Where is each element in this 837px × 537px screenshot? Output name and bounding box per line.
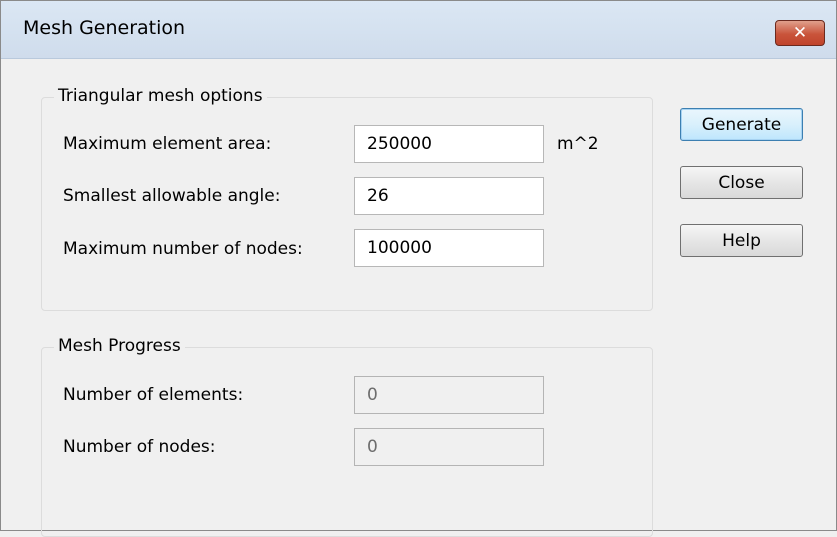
mesh-progress-legend: Mesh Progress xyxy=(54,336,185,356)
number-of-elements-field xyxy=(354,376,544,414)
close-window-button[interactable]: ✕ xyxy=(775,20,825,46)
max-element-area-input[interactable] xyxy=(354,125,544,163)
smallest-angle-input[interactable] xyxy=(354,177,544,215)
window-title: Mesh Generation xyxy=(23,17,186,39)
help-button[interactable]: Help xyxy=(680,224,803,257)
smallest-angle-label: Smallest allowable angle: xyxy=(63,186,281,206)
number-of-nodes-field xyxy=(354,428,544,466)
close-icon: ✕ xyxy=(792,23,808,43)
number-of-nodes-label: Number of nodes: xyxy=(63,437,216,457)
triangular-mesh-options-legend: Triangular mesh options xyxy=(54,86,267,106)
close-button[interactable]: Close xyxy=(680,166,803,199)
dialog-body: Triangular mesh options Maximum element … xyxy=(1,59,836,537)
max-element-area-label: Maximum element area: xyxy=(63,134,272,154)
mesh-generation-dialog: Mesh Generation ✕ Triangular mesh option… xyxy=(0,0,837,537)
number-of-elements-label: Number of elements: xyxy=(63,385,244,405)
title-bar[interactable]: Mesh Generation ✕ xyxy=(1,1,836,59)
max-nodes-input[interactable] xyxy=(354,229,544,267)
generate-button[interactable]: Generate xyxy=(680,108,803,141)
area-unit-label: m^2 xyxy=(557,134,599,154)
max-nodes-label: Maximum number of nodes: xyxy=(63,239,303,259)
